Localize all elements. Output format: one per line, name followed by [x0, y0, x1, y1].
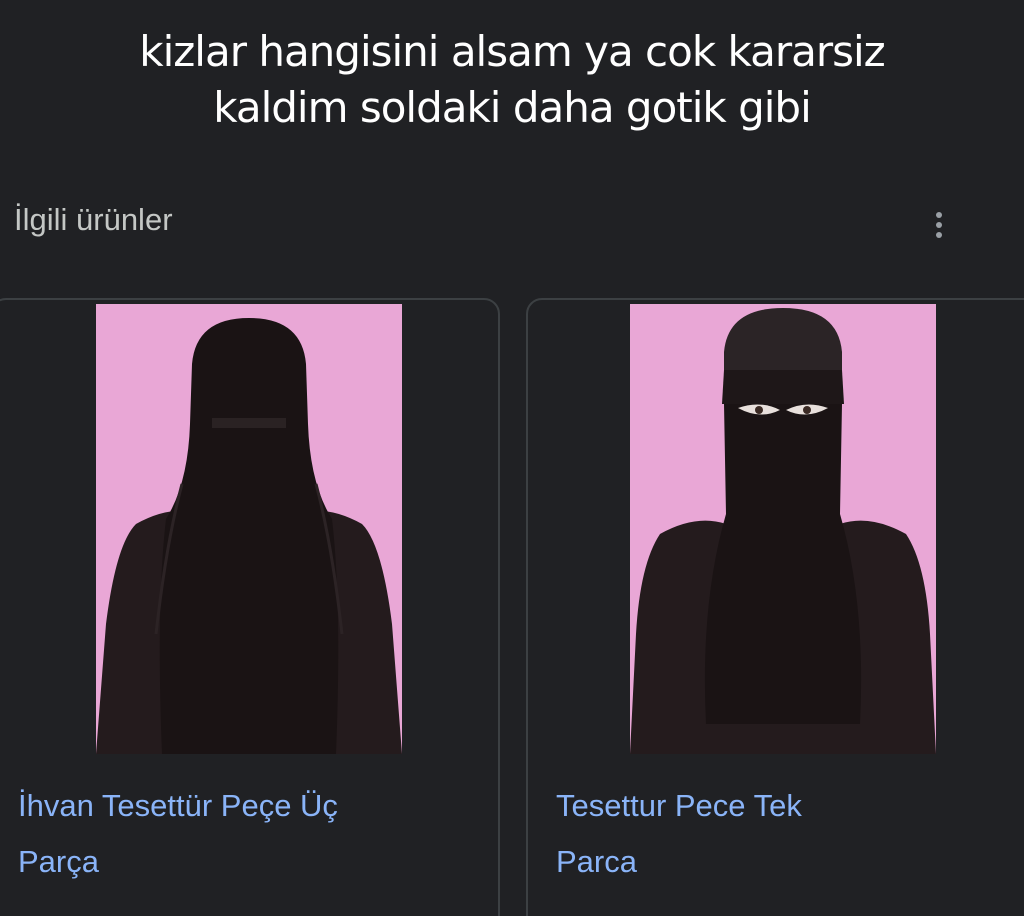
- product-name-2-line-2: Parca: [556, 844, 637, 879]
- veiled-figure-three-piece-image: [96, 304, 402, 754]
- product-name-1-line-2: Parça: [18, 844, 99, 879]
- product-image-1[interactable]: [96, 304, 402, 754]
- caption-line-2: kaldim soldaki daha gotik gibi: [213, 83, 812, 132]
- product-name-1[interactable]: İhvan Tesettür Peçe Üç Parça: [18, 778, 448, 890]
- more-vert-icon[interactable]: [924, 205, 954, 245]
- screenshot: kizlar hangisini alsam ya cok kararsiz k…: [0, 0, 1024, 916]
- product-name-2[interactable]: Tesettur Pece Tek Parca: [556, 778, 986, 890]
- product-card-2[interactable]: Tesettur Pece Tek Parca: [526, 298, 1024, 916]
- caption-line-1: kizlar hangisini alsam ya cok kararsiz: [139, 27, 885, 76]
- product-card-1[interactable]: İhvan Tesettür Peçe Üç Parça: [0, 298, 500, 916]
- product-name-1-line-1: İhvan Tesettür Peçe Üç: [18, 788, 338, 823]
- product-name-2-line-1: Tesettur Pece Tek: [556, 788, 802, 823]
- section-title: İlgili ürünler: [14, 202, 173, 237]
- meme-caption: kizlar hangisini alsam ya cok kararsiz k…: [0, 24, 1024, 136]
- product-image-2[interactable]: [630, 304, 936, 754]
- veiled-figure-one-piece-image: [630, 304, 936, 754]
